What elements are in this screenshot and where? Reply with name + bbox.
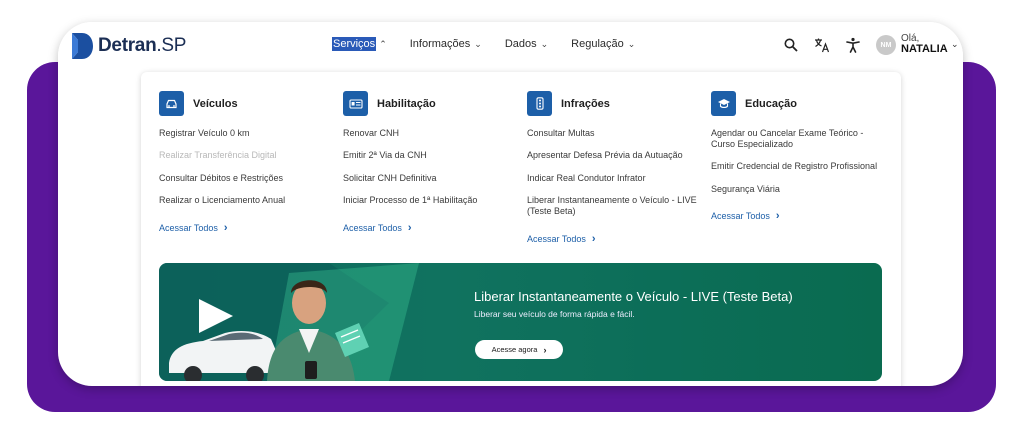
banner-illustration	[159, 263, 419, 381]
column-title: Infrações	[561, 97, 610, 110]
chevron-down-icon: ⌄	[540, 38, 549, 49]
column-habilitacao: Habilitação Renovar CNH Emitir 2ª Via da…	[343, 91, 521, 236]
chevron-right-icon: ›	[223, 221, 228, 234]
browser-window: Detran.SP Serviços ⌃ Informações ⌄ Dados…	[58, 22, 963, 386]
column-veiculos: Veículos Registrar Veículo 0 km Realizar…	[159, 91, 337, 236]
list-item[interactable]: Registrar Veículo 0 km	[159, 128, 337, 139]
see-all-link[interactable]: Acessar Todos ›	[527, 233, 596, 245]
access-now-button[interactable]: Acesse agora ›	[475, 340, 563, 359]
nav-servicos[interactable]: Serviços ⌃	[332, 37, 387, 51]
column-title: Educação	[745, 97, 797, 110]
site-header: Detran.SP Serviços ⌃ Informações ⌄ Dados…	[58, 22, 963, 70]
column-educacao: Educação Agendar ou Cancelar Exame Teóri…	[711, 91, 889, 224]
column-title: Veículos	[193, 97, 238, 110]
chevron-right-icon: ›	[543, 344, 547, 355]
list-item[interactable]: Apresentar Defesa Prévia da Autuação	[527, 150, 705, 161]
services-dropdown: Veículos Registrar Veículo 0 km Realizar…	[141, 72, 901, 386]
list-item[interactable]: Emitir Credencial de Registro Profission…	[711, 161, 889, 172]
list-item[interactable]: Consultar Débitos e Restrições	[159, 173, 337, 184]
list-item[interactable]: Solicitar CNH Definitiva	[343, 173, 521, 184]
chevron-up-icon: ⌃	[379, 38, 387, 49]
main-nav: Serviços ⌃ Informações ⌄ Dados ⌄ Regulaç…	[332, 37, 657, 51]
search-icon[interactable]	[783, 37, 799, 53]
banner-subtitle: Liberar seu veículo de forma rápida e fá…	[474, 309, 635, 319]
list-item[interactable]: Agendar ou Cancelar Exame Teórico - Curs…	[711, 128, 889, 150]
avatar[interactable]: NM	[876, 35, 896, 55]
list-item[interactable]: Consultar Multas	[527, 128, 705, 139]
banner-title: Liberar Instantaneamente o Veículo - LIV…	[474, 289, 793, 304]
column-title: Habilitação	[377, 97, 436, 110]
translate-icon[interactable]	[814, 37, 830, 53]
chevron-right-icon: ›	[775, 210, 780, 223]
graduation-cap-icon	[711, 91, 736, 116]
logo-text: Detran.SP	[98, 35, 187, 56]
nav-informacoes[interactable]: Informações ⌄	[409, 37, 482, 51]
chevron-down-icon[interactable]: ⌄	[951, 39, 959, 50]
list-item[interactable]: Iniciar Processo de 1ª Habilitação	[343, 195, 521, 206]
list-item[interactable]: Realizar o Licenciamento Anual	[159, 195, 337, 206]
column-infracoes: Infrações Consultar Multas Apresentar De…	[527, 91, 705, 247]
list-item[interactable]: Segurança Viária	[711, 184, 889, 195]
license-card-icon	[343, 91, 368, 116]
list-item[interactable]: Emitir 2ª Via da CNH	[343, 150, 521, 161]
see-all-link[interactable]: Acessar Todos ›	[159, 222, 228, 234]
chevron-down-icon: ⌄	[474, 38, 482, 49]
chevron-right-icon: ›	[407, 221, 412, 234]
list-item: Realizar Transferência Digital	[159, 150, 277, 161]
live-promo-banner[interactable]: Liberar Instantaneamente o Veículo - LIV…	[159, 263, 882, 381]
user-greeting[interactable]: Olá, NATALIA	[901, 33, 948, 55]
accessibility-icon[interactable]	[845, 37, 861, 53]
list-item[interactable]: Indicar Real Condutor Infrator	[527, 173, 705, 184]
list-item[interactable]: Liberar Instantaneamente o Veículo - LIV…	[527, 195, 705, 217]
see-all-link[interactable]: Acessar Todos ›	[343, 222, 412, 234]
list-item[interactable]: Renovar CNH	[343, 128, 521, 139]
see-all-link[interactable]: Acessar Todos ›	[711, 210, 780, 222]
nav-dados[interactable]: Dados ⌄	[504, 37, 548, 51]
chevron-down-icon: ⌄	[627, 38, 636, 49]
car-icon	[159, 91, 184, 116]
detran-logo-icon	[72, 33, 93, 59]
nav-regulacao[interactable]: Regulação ⌄	[570, 37, 635, 51]
traffic-light-icon	[527, 91, 552, 116]
chevron-right-icon: ›	[591, 232, 596, 245]
detran-logo[interactable]: Detran.SP	[70, 32, 186, 60]
